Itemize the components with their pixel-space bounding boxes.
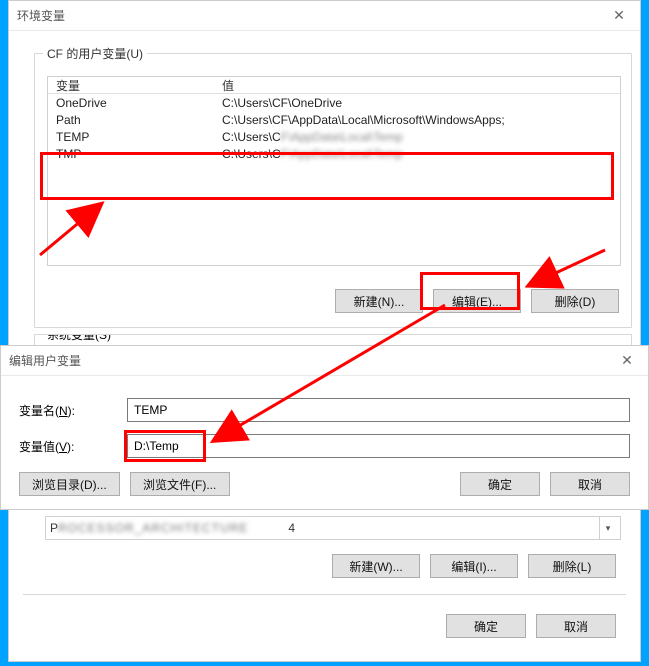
var-value-row: 变量值(V): xyxy=(19,434,630,458)
table-row[interactable]: TEMP C:\Users\CF\AppData\Local\Temp xyxy=(48,128,620,145)
sys-vars-buttons: 新建(W)... 编辑(I)... 删除(L) xyxy=(9,554,640,578)
user-vars-buttons: 新建(N)... 编辑(E)... 删除(D) xyxy=(35,289,631,313)
env-title: 环境变量 xyxy=(17,7,65,24)
var-value-label: 变量值(V): xyxy=(19,438,127,455)
divider xyxy=(23,594,626,595)
user-vars-table[interactable]: 变量 值 OneDrive C:\Users\CF\OneDrive Path … xyxy=(47,76,621,266)
user-new-button[interactable]: 新建(N)... xyxy=(335,289,423,313)
edit-ok-button[interactable]: 确定 xyxy=(460,472,540,496)
edit-title: 编辑用户变量 xyxy=(9,352,81,369)
sys-new-button[interactable]: 新建(W)... xyxy=(332,554,420,578)
close-icon[interactable]: ✕ xyxy=(606,346,648,375)
col-value: 值 xyxy=(218,77,620,94)
var-name-row: 变量名(N): xyxy=(19,398,630,422)
sys-vars-group-label: 系统变量(S) xyxy=(43,334,115,343)
sys-edit-button[interactable]: 编辑(I)... xyxy=(430,554,518,578)
user-vars-group: CF 的用户变量(U) 变量 值 OneDrive C:\Users\CF\On… xyxy=(34,53,632,328)
user-vars-group-label: CF 的用户变量(U) xyxy=(43,45,147,62)
browse-file-button[interactable]: 浏览文件(F)... xyxy=(130,472,230,496)
edit-action-buttons: 确定 取消 xyxy=(460,472,630,496)
user-del-button[interactable]: 删除(D) xyxy=(531,289,619,313)
edit-browse-buttons: 浏览目录(D)... 浏览文件(F)... xyxy=(19,472,230,496)
table-row[interactable]: OneDrive C:\Users\CF\OneDrive xyxy=(48,94,620,111)
table-row[interactable]: TMP C:\Users\CF\AppData\Local\Temp xyxy=(48,145,620,162)
env-cancel-button[interactable]: 取消 xyxy=(536,614,616,638)
var-name-label: 变量名(N): xyxy=(19,402,127,419)
edit-user-var-dialog: 编辑用户变量 ✕ 变量名(N): 变量值(V): 浏览目录(D)... 浏览文件… xyxy=(0,345,649,510)
close-icon[interactable]: ✕ xyxy=(598,1,640,30)
env-ok-button[interactable]: 确定 xyxy=(446,614,526,638)
browse-dir-button[interactable]: 浏览目录(D)... xyxy=(19,472,120,496)
user-edit-button[interactable]: 编辑(E)... xyxy=(433,289,521,313)
edit-body: 变量名(N): 变量值(V): 浏览目录(D)... 浏览文件(F)... 确定… xyxy=(1,376,648,509)
var-name-input[interactable] xyxy=(127,398,630,422)
env-titlebar: 环境变量 ✕ xyxy=(9,1,640,31)
table-row[interactable]: Path C:\Users\CF\AppData\Local\Microsoft… xyxy=(48,111,620,128)
env-dialog-lower: P ROCESSOR_ARCHITECTURE 4 ▾ 新建(W)... 编辑(… xyxy=(8,510,641,662)
edit-titlebar: 编辑用户变量 ✕ xyxy=(1,346,648,376)
col-variable: 变量 xyxy=(48,77,218,94)
env-main-buttons: 确定 取消 xyxy=(9,614,640,638)
edit-cancel-button[interactable]: 取消 xyxy=(550,472,630,496)
table-header: 变量 值 xyxy=(48,77,620,94)
sys-vars-list-row[interactable]: P ROCESSOR_ARCHITECTURE 4 ▾ xyxy=(45,516,621,540)
sys-del-button[interactable]: 删除(L) xyxy=(528,554,616,578)
var-value-input[interactable] xyxy=(127,434,630,458)
chevron-down-icon[interactable]: ▾ xyxy=(599,517,616,539)
